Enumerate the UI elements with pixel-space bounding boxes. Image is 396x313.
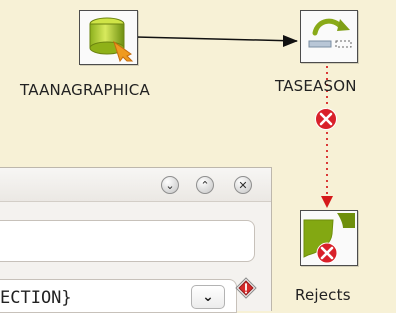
main-flow-link[interactable]	[135, 36, 298, 42]
connection-select[interactable]: ECTION} ⌄	[0, 279, 237, 313]
taanagraphica-node[interactable]	[79, 10, 138, 65]
panel-header: ⌄ ⌃ ✕	[0, 168, 271, 202]
reject-flow-arrowhead	[321, 196, 333, 208]
property-input-field[interactable]	[0, 220, 255, 262]
reject-output-icon	[301, 211, 357, 265]
rejects-label: Rejects	[295, 286, 351, 304]
chevron-up-icon[interactable]: ⌃	[196, 176, 214, 194]
close-icon[interactable]: ✕	[234, 176, 252, 194]
component-properties-panel: ⌄ ⌃ ✕ ECTION} ⌄	[0, 167, 272, 313]
chevron-down-icon[interactable]: ⌄	[191, 285, 225, 309]
rejects-node[interactable]	[300, 210, 358, 266]
taseason-node[interactable]	[300, 10, 358, 63]
database-input-icon	[89, 17, 134, 63]
diamond-warning-icon[interactable]	[235, 277, 257, 299]
connection-select-value: ECTION}	[0, 288, 72, 308]
chevron-down-icon[interactable]: ⌄	[161, 176, 179, 194]
transform-arrow-icon	[308, 18, 352, 48]
job-design-canvas[interactable]: TAANAGRAPHICA TASEASON Rejects ⌄ ⌃ ✕ ECT…	[0, 0, 396, 313]
taseason-label: TASEASON	[275, 77, 357, 95]
taanagraphica-label: TAANAGRAPHICA	[20, 81, 150, 99]
main-flow-arrowhead	[283, 35, 298, 47]
